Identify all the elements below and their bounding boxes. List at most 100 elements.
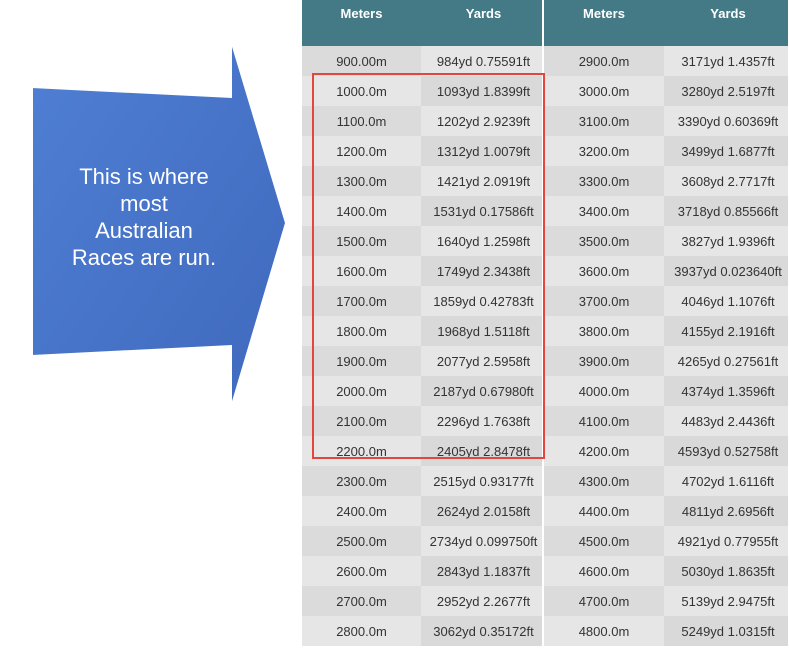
yards-cell: 984yd 0.75591ft	[421, 46, 544, 76]
callout-text: This is where most Australian Races are …	[58, 163, 230, 271]
meters-cell: 900.00m	[302, 46, 421, 76]
meters-cell: 1200.0m	[302, 136, 421, 166]
yards-cell: 1968yd 1.5118ft	[421, 316, 544, 346]
meters-cell: 3900.0m	[543, 346, 664, 376]
table-row: 1400.0m 1531yd 0.17586ft 3400.0m 3718yd 0.8…	[302, 196, 789, 226]
meters-cell: 1100.0m	[302, 106, 421, 136]
table-row: 2300.0m 2515yd 0.93177ft 4300.0m 4702yd 1.6…	[302, 466, 789, 496]
meters-cell: 1900.0m	[302, 346, 421, 376]
meters-cell: 2300.0m	[302, 466, 421, 496]
yards-cell: 4593yd 0.52758ft	[664, 436, 789, 466]
yards-cell: 4046yd 1.1076ft	[664, 286, 789, 316]
yards-cell: 4702yd 1.6116ft	[664, 466, 789, 496]
table-row: 1700.0m 1859yd 0.42783ft 3700.0m 4046yd 1.1…	[302, 286, 789, 316]
table-row: 2000.0m 2187yd 0.67980ft 4000.0m 4374yd 1.3…	[302, 376, 789, 406]
yards-cell: 5030yd 1.8635ft	[664, 556, 789, 586]
table-row: 2500.0m 2734yd 0.099750ft 4500.0m 4921yd 0.…	[302, 526, 789, 556]
yards-cell: 1640yd 1.2598ft	[421, 226, 544, 256]
yards-cell: 2187yd 0.67980ft	[421, 376, 544, 406]
yards-cell: 2734yd 0.099750ft	[421, 526, 544, 556]
meters-cell: 4000.0m	[543, 376, 664, 406]
table-row: 1500.0m 1640yd 1.2598ft 3500.0m 3827yd 1.93…	[302, 226, 789, 256]
yards-cell: 3390yd 0.60369ft	[664, 106, 789, 136]
meters-cell: 1500.0m	[302, 226, 421, 256]
table-row: 2100.0m 2296yd 1.7638ft 4100.0m 4483yd 2.44…	[302, 406, 789, 436]
yards-cell: 4811yd 2.6956ft	[664, 496, 789, 526]
meters-cell: 3500.0m	[543, 226, 664, 256]
table-row: 1300.0m 1421yd 2.0919ft 3300.0m 3608yd 2.77…	[302, 166, 789, 196]
meters-cell: 4600.0m	[543, 556, 664, 586]
meters-cell: 4200.0m	[543, 436, 664, 466]
table-row: 900.00m 984yd 0.75591ft 2900.0m 3171yd 1.43…	[302, 46, 789, 76]
table-row: 2800.0m 3062yd 0.35172ft 4800.0m 5249yd 1.0…	[302, 616, 789, 646]
yards-cell: 5139yd 2.9475ft	[664, 586, 789, 616]
table-row: 1200.0m 1312yd 1.0079ft 3200.0m 3499yd 1.68…	[302, 136, 789, 166]
yards-cell: 4155yd 2.1916ft	[664, 316, 789, 346]
meters-cell: 3200.0m	[543, 136, 664, 166]
meters-cell: 3600.0m	[543, 256, 664, 286]
yards-cell: 3499yd 1.6877ft	[664, 136, 789, 166]
header-meters: Meters	[302, 0, 421, 46]
meters-cell: 3300.0m	[543, 166, 664, 196]
yards-cell: 3062yd 0.35172ft	[421, 616, 544, 646]
meters-cell: 1600.0m	[302, 256, 421, 286]
meters-cell: 1300.0m	[302, 166, 421, 196]
table-row: 2600.0m 2843yd 1.1837ft 4600.0m 5030yd 1.86…	[302, 556, 789, 586]
table-row: 2400.0m 2624yd 2.0158ft 4400.0m 4811yd 2.69…	[302, 496, 789, 526]
yards-cell: 1421yd 2.0919ft	[421, 166, 544, 196]
table-row: 1900.0m 2077yd 2.5958ft 3900.0m 4265yd 0.27…	[302, 346, 789, 376]
yards-cell: 2296yd 1.7638ft	[421, 406, 544, 436]
table-row: 1800.0m 1968yd 1.5118ft 3800.0m 4155yd 2.19…	[302, 316, 789, 346]
meters-cell: 2900.0m	[543, 46, 664, 76]
meters-cell: 2100.0m	[302, 406, 421, 436]
meters-cell: 2400.0m	[302, 496, 421, 526]
meters-cell: 4700.0m	[543, 586, 664, 616]
meters-cell: 1800.0m	[302, 316, 421, 346]
yards-cell: 1749yd 2.3438ft	[421, 256, 544, 286]
table-row: 2200.0m 2405yd 2.8478ft 4200.0m 4593yd 0.52…	[302, 436, 789, 466]
yards-cell: 3718yd 0.85566ft	[664, 196, 789, 226]
yards-cell: 1531yd 0.17586ft	[421, 196, 544, 226]
yards-cell: 2624yd 2.0158ft	[421, 496, 544, 526]
meters-yards-table: Meters Yards Meters Yards 900.00m 984yd 0…	[302, 0, 789, 646]
meters-cell: 4400.0m	[543, 496, 664, 526]
meters-cell: 3100.0m	[543, 106, 664, 136]
yards-cell: 3937yd 0.023640ft	[664, 256, 789, 286]
yards-cell: 2405yd 2.8478ft	[421, 436, 544, 466]
meters-cell: 4800.0m	[543, 616, 664, 646]
table-row: 1000.0m 1093yd 1.8399ft 3000.0m 3280yd 2.51…	[302, 76, 789, 106]
meters-cell: 2000.0m	[302, 376, 421, 406]
callout-line: Australian	[95, 218, 193, 243]
meters-cell: 3400.0m	[543, 196, 664, 226]
yards-cell: 3608yd 2.7717ft	[664, 166, 789, 196]
meters-cell: 4300.0m	[543, 466, 664, 496]
meters-cell: 2200.0m	[302, 436, 421, 466]
meters-cell: 1000.0m	[302, 76, 421, 106]
yards-cell: 4374yd 1.3596ft	[664, 376, 789, 406]
yards-cell: 1093yd 1.8399ft	[421, 76, 544, 106]
table-header-row: Meters Yards Meters Yards	[302, 0, 789, 46]
meters-cell: 2600.0m	[302, 556, 421, 586]
yards-cell: 3171yd 1.4357ft	[664, 46, 789, 76]
table-body: 900.00m 984yd 0.75591ft 2900.0m 3171yd 1.43…	[302, 46, 789, 646]
meters-cell: 1700.0m	[302, 286, 421, 316]
callout-line: Races are run.	[71, 245, 217, 270]
meters-cell: 1400.0m	[302, 196, 421, 226]
yards-cell: 4265yd 0.27561ft	[664, 346, 789, 376]
table-row: 1600.0m 1749yd 2.3438ft 3600.0m 3937yd 0.02…	[302, 256, 789, 286]
header-yards: Yards	[664, 0, 789, 46]
conversion-table-container: Meters Yards Meters Yards 900.00m 984yd 0…	[302, 0, 789, 650]
yards-cell: 4921yd 0.77955ft	[664, 526, 789, 556]
yards-cell: 3280yd 2.5197ft	[664, 76, 789, 106]
yards-cell: 2515yd 0.93177ft	[421, 466, 544, 496]
header-yards: Yards	[421, 0, 544, 46]
header-meters: Meters	[543, 0, 664, 46]
yards-cell: 1202yd 2.9239ft	[421, 106, 544, 136]
yards-cell: 5249yd 1.0315ft	[664, 616, 789, 646]
yards-cell: 2843yd 1.1837ft	[421, 556, 544, 586]
meters-cell: 2800.0m	[302, 616, 421, 646]
callout-line: This is where	[79, 164, 209, 189]
yards-cell: 2952yd 2.2677ft	[421, 586, 544, 616]
table-row: 2700.0m 2952yd 2.2677ft 4700.0m 5139yd 2.94…	[302, 586, 789, 616]
yards-cell: 4483yd 2.4436ft	[664, 406, 789, 436]
